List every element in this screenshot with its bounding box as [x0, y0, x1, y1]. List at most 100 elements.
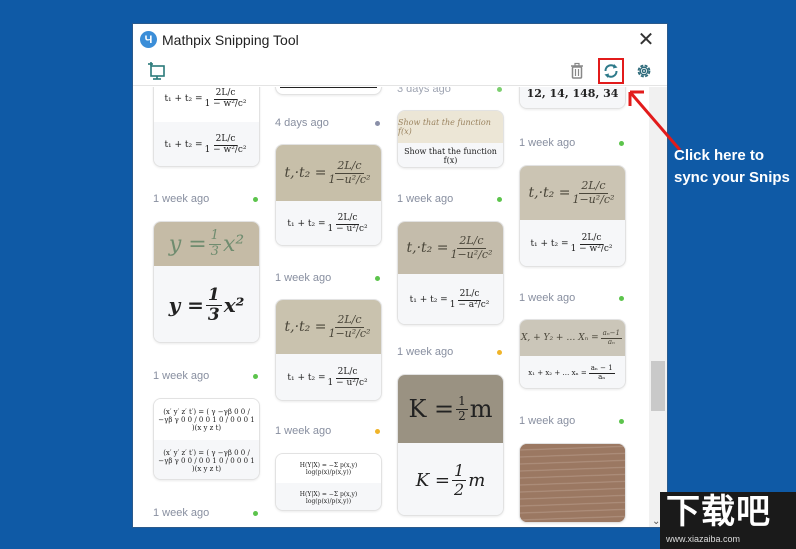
- synced-status-dot: [619, 418, 624, 424]
- snip-timestamp: 1 week ago: [275, 272, 332, 284]
- synced-status-dot: [253, 373, 258, 379]
- local-status-dot: [375, 120, 380, 126]
- snip-photo: y = 13 x²: [154, 222, 259, 266]
- snip-timestamp: 4 days ago: [275, 117, 329, 129]
- snip-render: H(Y|X) = −Σ p(x,y) log(p(x)/p(x,y)): [276, 483, 381, 510]
- snip-timestamp: 1 week ago: [153, 370, 210, 382]
- snip-timestamp: 1 week ago: [519, 137, 576, 149]
- snip-render: t₁ + t₂ = 2L/c 1 − w²/c²: [154, 122, 259, 166]
- snip-meta: 1 week ago: [153, 191, 260, 207]
- sync-icon: [604, 64, 618, 78]
- sync-button[interactable]: [598, 58, 624, 84]
- settings-button[interactable]: [633, 60, 655, 82]
- snip-meta: 1 week ago: [153, 368, 260, 384]
- snip-timestamp: 1 week ago: [519, 415, 576, 427]
- snip-render: y = 1 3 x²: [154, 266, 259, 342]
- synced-status-dot: [253, 510, 258, 516]
- snip-timestamp: 1 week ago: [519, 292, 576, 304]
- snip-timestamp: 3 days ago: [397, 87, 451, 95]
- synced-status-dot: [375, 275, 380, 281]
- snip-meta: 3 days ago: [397, 87, 504, 97]
- callout-line-1: Click here to: [674, 147, 765, 164]
- snip-render: t₁ + t₂ = 2L/c 1 − a²/c²: [398, 274, 503, 324]
- snip-photo: Show that the function f(x): [398, 111, 503, 143]
- close-button[interactable]: ✕: [635, 28, 657, 51]
- snip-photo: t,·t₂ = 2L/c 1−u²/c²: [276, 145, 381, 201]
- snip-render-text: 12, 14, 148, 34: [526, 87, 619, 100]
- watermark-url: www.xiazaiba.com: [666, 534, 741, 544]
- snip-card[interactable]: t,·t₂ = 2L/c 1−u²/c² t₁ + t₂ = 2L/c 1 − u²…: [275, 144, 382, 246]
- snip-card[interactable]: 12, 14, 148, 34: [519, 87, 626, 109]
- snip-render: (x′ y′ z′ t′) = ( γ −γβ 0 0 / −γβ γ 0 0 …: [154, 440, 259, 479]
- scrollbar-thumb[interactable]: [651, 361, 665, 411]
- snip-meta: 1 week ago: [519, 290, 626, 306]
- snip-photo: K = 12m: [398, 375, 503, 443]
- gear-icon: [637, 64, 651, 78]
- mathpix-logo-icon: Ч: [140, 31, 157, 48]
- snip-card[interactable]: t₁ + t₂ = 2L/c 1 − w²/c² t₁ + t₂ = 2L/c 1 …: [153, 87, 260, 167]
- synced-status-dot: [619, 295, 624, 301]
- window-title: Mathpix Snipping Tool: [162, 32, 299, 48]
- snip-card[interactable]: [519, 443, 626, 523]
- snip-photo-edge: [280, 87, 377, 88]
- snip-meta: 1 week ago: [519, 413, 626, 429]
- snip-card[interactable]: [275, 87, 382, 95]
- watermark: 下载吧 www.xiazaiba.com: [660, 492, 796, 549]
- snip-card[interactable]: Show that the function f(x) Show that th…: [397, 110, 504, 168]
- snip-meta: 1 week ago: [275, 423, 382, 439]
- synced-status-dot: [497, 196, 502, 202]
- delete-button[interactable]: [566, 60, 588, 82]
- snip-photo: t,·t₂ = 2L/c 1−u²/c²: [520, 166, 625, 220]
- snip-render: K = 12m: [398, 443, 503, 515]
- snip-timestamp: 1 week ago: [153, 507, 210, 519]
- snips-grid: t₁ + t₂ = 2L/c 1 − w²/c² t₁ + t₂ = 2L/c 1 …: [133, 87, 667, 527]
- snip-timestamp: 1 week ago: [153, 193, 210, 205]
- snip-card[interactable]: t,·t₂ = 2L/c 1−u²/c² t₁ + t₂ = 2L/c 1 − a²…: [397, 221, 504, 325]
- snip-render-text: Show that the function f(x): [404, 147, 497, 165]
- snip-meta: 1 week ago: [153, 505, 260, 521]
- snip-photo: X, + Y₂ + … Xₙ = aₙ−1 aₙ: [520, 320, 625, 356]
- snip-timestamp: 1 week ago: [397, 346, 454, 358]
- snip-meta: 1 week ago: [275, 270, 382, 286]
- toolbar: [133, 56, 667, 86]
- snip-card[interactable]: y = 13 x² y = 1 3 x²: [153, 221, 260, 343]
- snip-timestamp: 1 week ago: [275, 425, 332, 437]
- synced-status-dot: [253, 196, 258, 202]
- snip-photo: [520, 444, 625, 522]
- callout-arrow-icon: [628, 90, 682, 151]
- snip-render: t₁ + t₂ = 2L/c 1 − w²/c²: [520, 220, 625, 266]
- synced-status-dot: [497, 87, 502, 92]
- snip-render: t₁ + t₂ = 2L/c 1 − w²/c²: [154, 87, 259, 122]
- title-bar: Ч Mathpix Snipping Tool ✕: [133, 24, 667, 56]
- snip-render: (x′ y′ z′ t′) = ( γ −γβ 0 0 / −γβ γ 0 0 …: [154, 399, 259, 440]
- screen-snip-icon: [148, 62, 165, 80]
- mathpix-window: Ч Mathpix Snipping Tool ✕ t₁ + t₂ = 2L/c…: [132, 23, 668, 528]
- pending-status-dot: [375, 428, 380, 434]
- snip-meta: 1 week ago: [397, 191, 504, 207]
- snip-render: 12, 14, 148, 34: [520, 87, 625, 108]
- snip-render: x₁ + x₂ + … xₙ = aₙ − 1 aₙ: [520, 356, 625, 388]
- watermark-logo: 下载吧: [666, 493, 771, 531]
- trash-icon: [571, 62, 583, 79]
- snip-photo: t,·t₂ = 2L/c 1−u²/c²: [398, 222, 503, 274]
- snip-card[interactable]: (x′ y′ z′ t′) = ( γ −γβ 0 0 / −γβ γ 0 0 …: [153, 398, 260, 480]
- snip-photo: t,·t₂ = 2L/c 1−u²/c²: [276, 300, 381, 354]
- snip-meta: 1 week ago: [397, 344, 504, 360]
- pending-status-dot: [497, 349, 502, 355]
- snip-meta: 1 week ago: [519, 135, 626, 151]
- snip-photo-text: Show that the function f(x): [398, 118, 491, 136]
- snip-card[interactable]: t,·t₂ = 2L/c 1−u²/c² t₁ + t₂ = 2L/c 1 − w²…: [519, 165, 626, 267]
- snip-card[interactable]: t,·t₂ = 2L/c 1−u²/c² t₁ + t₂ = 2L/c 1 − u²…: [275, 299, 382, 401]
- snip-card[interactable]: H(Y|X) = −Σ p(x,y) log(p(x)/p(x,y)) H(Y|…: [275, 453, 382, 511]
- snip-meta: 4 days ago: [275, 115, 382, 131]
- snip-card[interactable]: X, + Y₂ + … Xₙ = aₙ−1 aₙ x₁ + x₂ + … xₙ =…: [519, 319, 626, 389]
- callout-line-2: sync your Snips: [674, 169, 790, 186]
- snip-render: t₁ + t₂ = 2L/c 1 − u²/c²: [276, 354, 381, 400]
- sync-callout: Click here to sync your Snips: [674, 145, 790, 189]
- snip-render: H(Y|X) = −Σ p(x,y) log(p(x)/p(x,y)): [276, 454, 381, 483]
- snip-timestamp: 1 week ago: [397, 193, 454, 205]
- new-snip-button[interactable]: [146, 60, 168, 82]
- snip-render: t₁ + t₂ = 2L/c 1 − u²/c²: [276, 201, 381, 245]
- snip-card[interactable]: K = 12m K = 12m: [397, 374, 504, 516]
- snip-render: Show that the function f(x): [398, 143, 503, 167]
